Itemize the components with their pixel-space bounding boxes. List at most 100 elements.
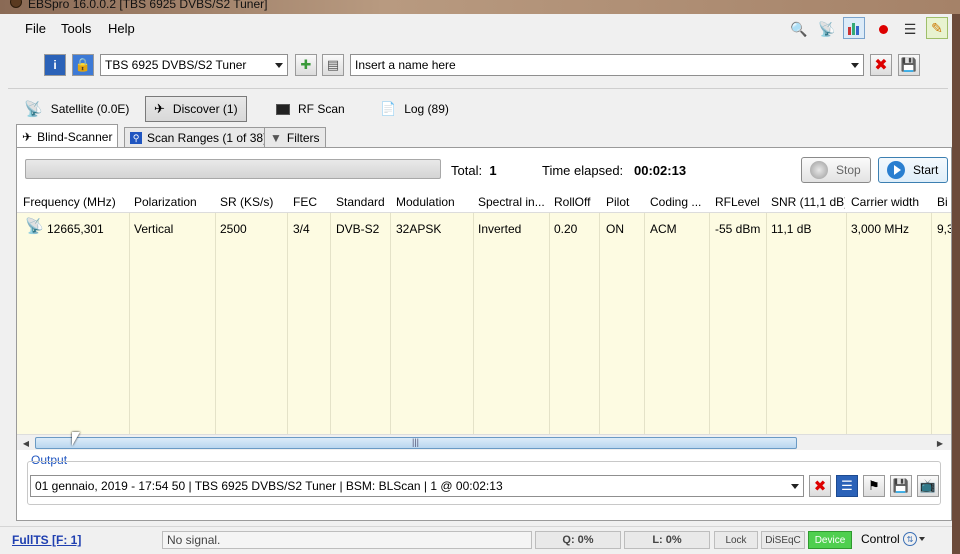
control-menu[interactable]: Control	[861, 532, 900, 546]
flag-button[interactable]: ⚑	[863, 475, 885, 497]
cell-snr: 11,1 dB	[771, 222, 812, 236]
output-log-select[interactable]: 01 gennaio, 2019 - 17:54 50 | TBS 6925 D…	[30, 475, 804, 497]
col-rolloff[interactable]: RollOff	[554, 195, 598, 209]
time-elapsed-value: 00:02:13	[634, 163, 687, 178]
cell-modulation: 32APSK	[396, 222, 442, 236]
col-pilot[interactable]: Pilot	[606, 195, 643, 209]
col-polarization[interactable]: Polarization	[134, 195, 214, 209]
cell-rflevel: -55 dBm	[715, 222, 761, 236]
name-input[interactable]: Insert a name here	[350, 54, 864, 76]
clear-output-button[interactable]: ✖	[809, 475, 831, 497]
tuner-select[interactable]: TBS 6925 DVBS/S2 Tuner	[100, 54, 288, 76]
cell-spectral-inversion: Inverted	[478, 222, 522, 236]
chevron-down-icon	[851, 63, 859, 68]
tab-blind-scanner[interactable]: ✈ Blind-Scanner	[16, 124, 119, 148]
cell-rolloff: 0.20	[554, 222, 578, 236]
cell-standard: DVB-S2	[336, 222, 380, 236]
properties-button[interactable]: ▤	[322, 54, 344, 76]
level-indicator: L: 0%	[624, 531, 710, 549]
fullts-link[interactable]: FullTS [F: 1]	[12, 533, 81, 547]
cell-carrier-width: 3,000 MHz	[851, 222, 910, 236]
cell-bitrate: 9,3	[937, 222, 951, 236]
cell-sr: 2500	[220, 222, 247, 236]
menu-bar: File Tools Help 🔍 📡 ☰ ✎	[0, 14, 952, 42]
col-bitrate[interactable]: Bi	[937, 195, 951, 209]
discover-satellite-icon: ✈	[154, 101, 165, 116]
chart-icon[interactable]	[843, 17, 865, 39]
filter-icon: ▼	[270, 130, 282, 145]
tab-discover[interactable]: ✈ Discover (1)	[145, 96, 247, 122]
new-document-button[interactable]: ✚	[295, 54, 317, 76]
col-modulation[interactable]: Modulation	[396, 195, 472, 209]
log-icon: 📄	[380, 101, 397, 116]
scan-progress-bar	[25, 159, 441, 179]
col-snr[interactable]: SNR (11,1 dB)	[771, 195, 845, 209]
col-spectral-inversion[interactable]: Spectral in...	[478, 195, 548, 209]
results-table: Frequency (MHz) Polarization SR (KS/s) F…	[17, 191, 951, 434]
col-coding[interactable]: Coding ...	[650, 195, 708, 209]
tv-button[interactable]: 📺	[917, 475, 939, 497]
blind-scanner-panel: Total: 1 Time elapsed: 00:02:13 Stop Sta…	[16, 147, 952, 521]
tab-blind-scanner-label: Blind-Scanner	[37, 129, 113, 144]
menu-file[interactable]: File	[25, 21, 46, 36]
tab-rf-scan[interactable]: RF Scan	[268, 96, 353, 122]
total-value: 1	[489, 163, 497, 178]
chevron-down-icon[interactable]	[919, 537, 925, 541]
tab-satellite[interactable]: 📡 Satellite (0.0E)	[16, 96, 137, 122]
col-frequency[interactable]: Frequency (MHz)	[23, 195, 127, 209]
tuner-select-value: TBS 6925 DVBS/S2 Tuner	[105, 58, 247, 72]
tool-icon[interactable]: ✎	[926, 17, 948, 39]
main-window: File Tools Help 🔍 📡 ☰ ✎ i 🔒 TBS 6925 DVB…	[0, 14, 960, 554]
list-view-button[interactable]: ☰	[836, 475, 858, 497]
tab-discover-label: Discover (1)	[172, 102, 238, 116]
satellite-icon: ✈	[22, 129, 33, 144]
delete-button[interactable]: ✖	[870, 54, 892, 76]
menu-tools[interactable]: Tools	[61, 21, 91, 36]
search-icon[interactable]: 🔍	[788, 18, 810, 40]
cell-fec: 3/4	[293, 222, 310, 236]
control-icon[interactable]: ⇅	[903, 532, 917, 546]
title-bar: EBSpro 16.0.0.2 [TBS 6925 DVBS/S2 Tuner]	[0, 0, 960, 14]
lock-button[interactable]: 🔒	[72, 54, 94, 76]
scroll-left-icon[interactable]: ◀	[19, 437, 33, 449]
col-fec[interactable]: FEC	[293, 195, 329, 209]
col-rflevel[interactable]: RFLevel	[715, 195, 765, 209]
start-button[interactable]: Start	[878, 157, 948, 183]
satellite-dish-icon: 📡	[25, 218, 44, 235]
total-label: Total: 1	[451, 163, 497, 178]
scrollbar-thumb[interactable]: |||	[35, 437, 797, 449]
window-title: EBSpro 16.0.0.2 [TBS 6925 DVBS/S2 Tuner]	[28, 0, 268, 11]
cell-polarization: Vertical	[134, 222, 174, 236]
scroll-right-icon[interactable]: ▶	[933, 437, 947, 449]
stop-button[interactable]: Stop	[801, 157, 871, 183]
menu-help[interactable]: Help	[108, 21, 135, 36]
save-button[interactable]: 💾	[898, 54, 920, 76]
status-bar: FullTS [F: 1] No signal. Q: 0% L: 0% Loc…	[0, 526, 952, 554]
col-standard[interactable]: Standard	[336, 195, 389, 209]
tab-scan-ranges[interactable]: ⚲ Scan Ranges (1 of 38)	[124, 127, 274, 147]
lock-indicator: Lock	[714, 531, 758, 549]
list-icon[interactable]: ☰	[899, 18, 921, 40]
time-elapsed-label: Time elapsed: 00:02:13	[542, 163, 687, 178]
cell-frequency: 12665,301	[47, 222, 104, 236]
cell-pilot: ON	[606, 222, 624, 236]
satellite-dish-icon[interactable]: 📡	[816, 18, 838, 40]
horizontal-scrollbar[interactable]: ◀ ||| ▶	[17, 434, 951, 450]
tab-scan-ranges-label: Scan Ranges (1 of 38)	[147, 130, 268, 145]
tab-filters-label: Filters	[286, 130, 320, 145]
search-icon: ⚲	[130, 131, 142, 144]
save-output-button[interactable]: 💾	[890, 475, 912, 497]
tab-filters[interactable]: ▼ Filters	[264, 127, 326, 147]
record-icon[interactable]	[872, 18, 894, 40]
tab-satellite-label: Satellite (0.0E)	[50, 102, 130, 116]
mouse-cursor	[72, 432, 80, 446]
toolbar-divider	[8, 88, 948, 89]
info-button[interactable]: i	[44, 54, 66, 76]
chevron-down-icon	[791, 484, 799, 489]
table-header: Frequency (MHz) Polarization SR (KS/s) F…	[17, 191, 951, 213]
col-sr[interactable]: SR (KS/s)	[220, 195, 286, 209]
col-carrier-width[interactable]: Carrier width	[851, 195, 930, 209]
cell-coding: ACM	[650, 222, 677, 236]
tab-log-label: Log (89)	[404, 102, 449, 116]
tab-log[interactable]: 📄 Log (89)	[372, 96, 457, 122]
